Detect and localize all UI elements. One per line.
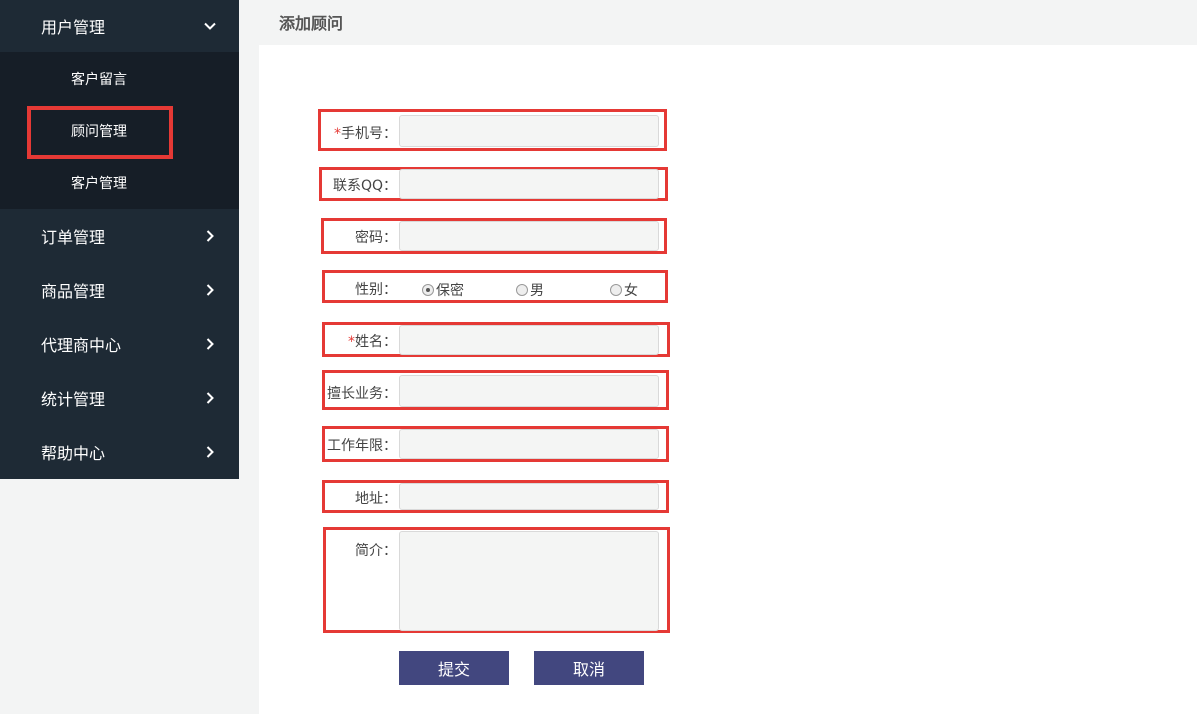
- qq-label: 联系QQ：: [332, 178, 397, 194]
- sidebar-group-user-management[interactable]: 用户管理: [0, 0, 239, 52]
- specialty-input[interactable]: [399, 375, 659, 407]
- password-input[interactable]: [399, 221, 659, 251]
- radio-icon: [610, 284, 622, 296]
- intro-label: 简介：: [355, 543, 397, 559]
- gender-radio-group: 保密 男 女: [422, 280, 638, 300]
- cancel-button[interactable]: 取消: [534, 651, 644, 685]
- sidebar-item-label: 订单管理: [41, 228, 106, 247]
- sidebar-group-label: 用户管理: [41, 18, 106, 37]
- submit-button[interactable]: 提交: [399, 651, 509, 685]
- chevron-right-icon: [206, 446, 214, 458]
- chevron-right-icon: [206, 338, 214, 350]
- sidebar-item-customer-messages[interactable]: 客户留言: [0, 53, 239, 105]
- sidebar-item-label: 商品管理: [41, 282, 106, 301]
- qq-input[interactable]: [399, 169, 659, 199]
- chevron-right-icon: [206, 392, 214, 404]
- sidebar: 用户管理 客户留言 顾问管理 客户管理 订单管理 商品管理 代理商中心 统计管理…: [0, 0, 239, 479]
- chevron-down-icon: [204, 22, 216, 30]
- years-input[interactable]: [399, 429, 659, 459]
- intro-textarea[interactable]: [399, 531, 659, 631]
- name-input[interactable]: [399, 325, 659, 355]
- password-label: 密码：: [355, 230, 397, 246]
- radio-icon: [422, 284, 434, 296]
- highlight-box: [27, 106, 173, 159]
- page-title: 添加顾问: [279, 14, 344, 33]
- sidebar-item-agents[interactable]: 代理商中心: [0, 317, 239, 371]
- sidebar-item-label: 客户管理: [71, 176, 127, 192]
- sidebar-item-label: 统计管理: [41, 390, 106, 409]
- sidebar-item-label: 客户留言: [71, 72, 127, 88]
- sidebar-item-help[interactable]: 帮助中心: [0, 425, 239, 479]
- radio-label: 保密: [436, 283, 464, 299]
- gender-radio-female[interactable]: 女: [610, 280, 638, 300]
- sidebar-item-label: 帮助中心: [41, 444, 106, 463]
- gender-label: 性别：: [355, 282, 397, 298]
- sidebar-item-products[interactable]: 商品管理: [0, 263, 239, 317]
- years-label: 工作年限：: [327, 438, 397, 454]
- sidebar-item-label: 代理商中心: [41, 336, 122, 355]
- gender-radio-male[interactable]: 男: [516, 280, 544, 300]
- label-text: 手机号：: [341, 126, 397, 142]
- name-label: *姓名：: [318, 331, 397, 351]
- specialty-label: 擅长业务：: [327, 386, 397, 402]
- radio-icon: [516, 284, 528, 296]
- address-label: 地址：: [355, 491, 397, 507]
- address-input[interactable]: [399, 483, 659, 510]
- chevron-right-icon: [206, 230, 214, 242]
- radio-label: 男: [530, 283, 544, 299]
- phone-input[interactable]: [399, 115, 659, 147]
- sidebar-item-statistics[interactable]: 统计管理: [0, 371, 239, 425]
- required-mark: *: [348, 334, 355, 350]
- gender-radio-secret[interactable]: 保密: [422, 280, 464, 300]
- phone-label: *手机号：: [318, 123, 397, 143]
- radio-label: 女: [624, 283, 638, 299]
- sidebar-item-orders[interactable]: 订单管理: [0, 209, 239, 263]
- chevron-right-icon: [206, 284, 214, 296]
- sidebar-item-customer-management[interactable]: 客户管理: [0, 157, 239, 209]
- required-mark: *: [334, 126, 341, 142]
- label-text: 姓名：: [355, 334, 397, 350]
